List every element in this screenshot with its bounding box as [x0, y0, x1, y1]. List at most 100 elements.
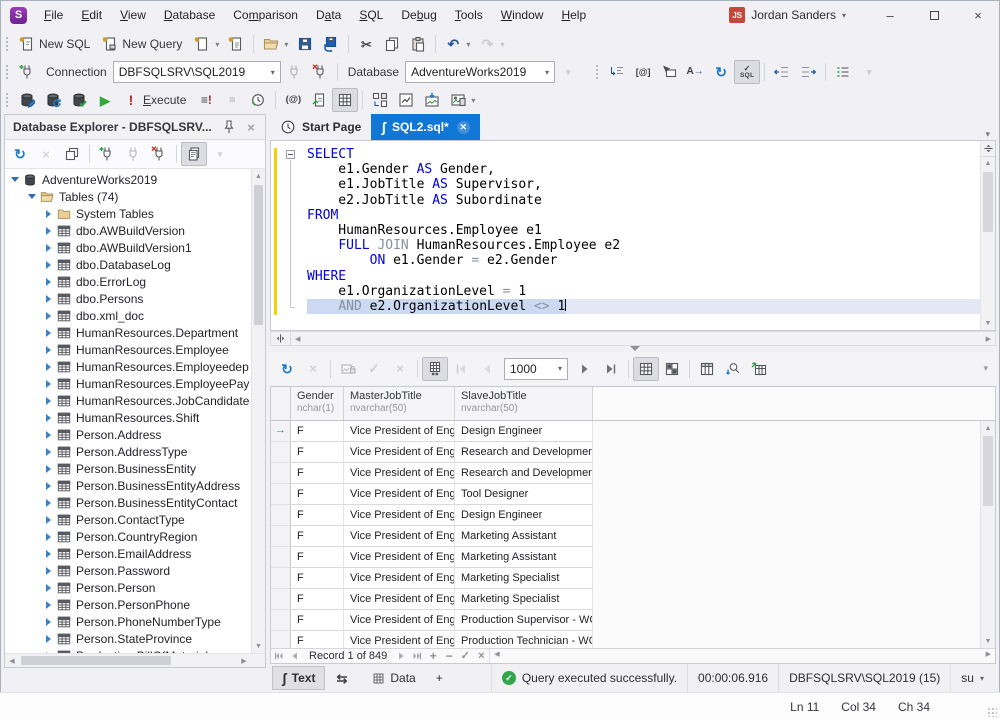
table-row[interactable]: F Vice President of Engineering Research…	[271, 442, 980, 463]
toolbar-button[interactable]: ≡!	[193, 88, 219, 112]
code-line[interactable]: ON e1.Gender = e2.Gender	[307, 253, 980, 268]
menu-item[interactable]: Help	[552, 4, 595, 26]
resize-grip[interactable]	[987, 707, 997, 717]
toolbar-button[interactable]: ×	[33, 142, 59, 166]
toolbar-button[interactable]: ▾	[856, 60, 882, 84]
toolbar-button[interactable]: ✓SQL	[734, 60, 760, 84]
row-selector[interactable]	[271, 547, 291, 568]
table-row[interactable]: F Vice President of Engineering Marketin…	[271, 547, 980, 568]
scroll-down-icon[interactable]: ▼	[981, 317, 995, 330]
close-button[interactable]: ×	[956, 1, 1000, 29]
tree-item[interactable]: Person.BusinessEntityContact	[5, 494, 265, 511]
twisty-icon[interactable]	[43, 329, 54, 337]
twisty-icon[interactable]	[43, 618, 54, 626]
column-header[interactable]: SlaveJobTitle nvarchar(50)	[455, 387, 593, 420]
row-selector[interactable]	[271, 421, 291, 442]
toolbar-button[interactable]	[656, 60, 682, 84]
tree-item[interactable]: Person.CountryRegion	[5, 528, 265, 545]
grid-vertical-scrollbar[interactable]: ▲ ▼	[980, 421, 995, 648]
twisty-icon[interactable]	[43, 210, 54, 218]
cell-master-job-title[interactable]: Vice President of Engineering	[344, 526, 455, 547]
toolbar-button[interactable]: ■	[219, 88, 245, 112]
toolbar-button[interactable]	[795, 60, 821, 84]
row-selector[interactable]	[271, 505, 291, 526]
toolbar-button[interactable]: A→	[682, 60, 708, 84]
cell-gender[interactable]: F	[291, 610, 344, 631]
twisty-icon[interactable]	[43, 312, 54, 320]
cell-gender[interactable]: F	[291, 421, 344, 442]
cell-slave-job-title[interactable]: Design Engineer	[455, 505, 593, 526]
toolbar-grip[interactable]	[5, 92, 9, 108]
new-connection-button[interactable]	[14, 60, 40, 84]
minimize-button[interactable]: –	[868, 1, 912, 29]
toolbar-button[interactable]: ✂	[353, 32, 379, 56]
scroll-thumb[interactable]	[983, 436, 993, 506]
toolbar-button[interactable]	[120, 142, 146, 166]
editor-horizontal-scrollbar[interactable]: ◀ ▶	[270, 331, 996, 346]
toolbar-button[interactable]	[604, 60, 630, 84]
cell-gender[interactable]: F	[291, 631, 344, 648]
toolbar-button[interactable]	[598, 357, 624, 381]
scroll-up-icon[interactable]: ▲	[981, 157, 995, 170]
code-area[interactable]: SELECT e1.Gender AS Gender, e1.JobTitle …	[271, 141, 980, 330]
user-info[interactable]: su ▾	[950, 664, 994, 692]
twisty-icon[interactable]	[43, 635, 54, 643]
connection-combobox[interactable]: DBFSQLSRV\SQL2019 ▾	[113, 61, 281, 83]
disconnect-button[interactable]	[307, 60, 333, 84]
toolbar-button[interactable]: ↷	[474, 32, 508, 56]
cell-gender[interactable]: F	[291, 589, 344, 610]
toolbar-grip[interactable]	[5, 64, 9, 80]
row-selector[interactable]	[271, 610, 291, 631]
menu-item[interactable]: Tools	[446, 4, 492, 26]
twisty-icon[interactable]	[43, 363, 54, 371]
toolbar-button[interactable]	[94, 142, 120, 166]
column-header[interactable]: Gender nchar(1)	[291, 387, 344, 420]
cell-slave-job-title[interactable]: Tool Designer	[455, 484, 593, 505]
cancel-edit-icon[interactable]: ×	[473, 649, 489, 663]
cell-gender[interactable]: F	[291, 568, 344, 589]
twisty-icon[interactable]	[43, 516, 54, 524]
row-selector[interactable]	[271, 442, 291, 463]
toolbar-button[interactable]: ✓	[361, 357, 387, 381]
close-icon[interactable]: ×	[241, 118, 261, 136]
twisty-icon[interactable]	[43, 261, 54, 269]
tree-item[interactable]: HumanResources.Employee	[5, 341, 265, 358]
table-row[interactable]: F Vice President of Engineering Producti…	[271, 631, 980, 648]
cell-master-job-title[interactable]: Vice President of Engineering	[344, 589, 455, 610]
table-row[interactable]: F Vice President of Engineering Design E…	[271, 505, 980, 526]
toolbar-button[interactable]	[189, 32, 223, 56]
cell-gender[interactable]: F	[291, 442, 344, 463]
tab-text-view[interactable]: ʃ Text	[272, 666, 325, 690]
toolbar-button[interactable]	[769, 60, 795, 84]
cell-slave-job-title[interactable]: Marketing Specialist	[455, 589, 593, 610]
twisty-icon[interactable]	[43, 550, 54, 558]
twisty-icon[interactable]	[43, 533, 54, 541]
toolbar-button[interactable]: ▾	[207, 142, 233, 166]
last-record-icon[interactable]	[409, 649, 425, 663]
twisty-icon[interactable]	[9, 177, 20, 182]
toolbar-grip[interactable]	[5, 36, 9, 52]
toolbar-button[interactable]: [@]	[630, 60, 656, 84]
tree-item[interactable]: Person.StateProvince	[5, 630, 265, 647]
toolbar-button[interactable]	[367, 88, 393, 112]
tree-item[interactable]: Tables (74)	[5, 188, 265, 205]
table-row[interactable]: F Vice President of Engineering Producti…	[271, 610, 980, 631]
toolbar-button[interactable]: New SQL	[14, 32, 97, 56]
tab-close-icon[interactable]: ✕	[457, 121, 470, 134]
cell-slave-job-title[interactable]: Marketing Specialist	[455, 568, 593, 589]
code-line[interactable]: e1.Gender AS Gender,	[307, 162, 980, 177]
cell-gender[interactable]: F	[291, 505, 344, 526]
twisty-icon[interactable]	[43, 346, 54, 354]
row-selector[interactable]	[271, 589, 291, 610]
tree-item[interactable]: HumanResources.Shift	[5, 409, 265, 426]
tab-data-view[interactable]: Data	[363, 666, 424, 690]
code-line[interactable]: e1.OrganizationLevel = 1	[307, 284, 980, 299]
toolbar-button[interactable]: ×	[300, 357, 326, 381]
user-chevron-down-icon[interactable]: ▾	[842, 11, 846, 20]
tree-item[interactable]: dbo.DatabaseLog	[5, 256, 265, 273]
code-line[interactable]: e2.JobTitle AS Subordinate	[307, 193, 980, 208]
tree-item[interactable]: HumanResources.Department	[5, 324, 265, 341]
toolbar-button[interactable]	[292, 32, 318, 56]
toolbar-button[interactable]	[379, 32, 405, 56]
twisty-icon[interactable]	[43, 584, 54, 592]
